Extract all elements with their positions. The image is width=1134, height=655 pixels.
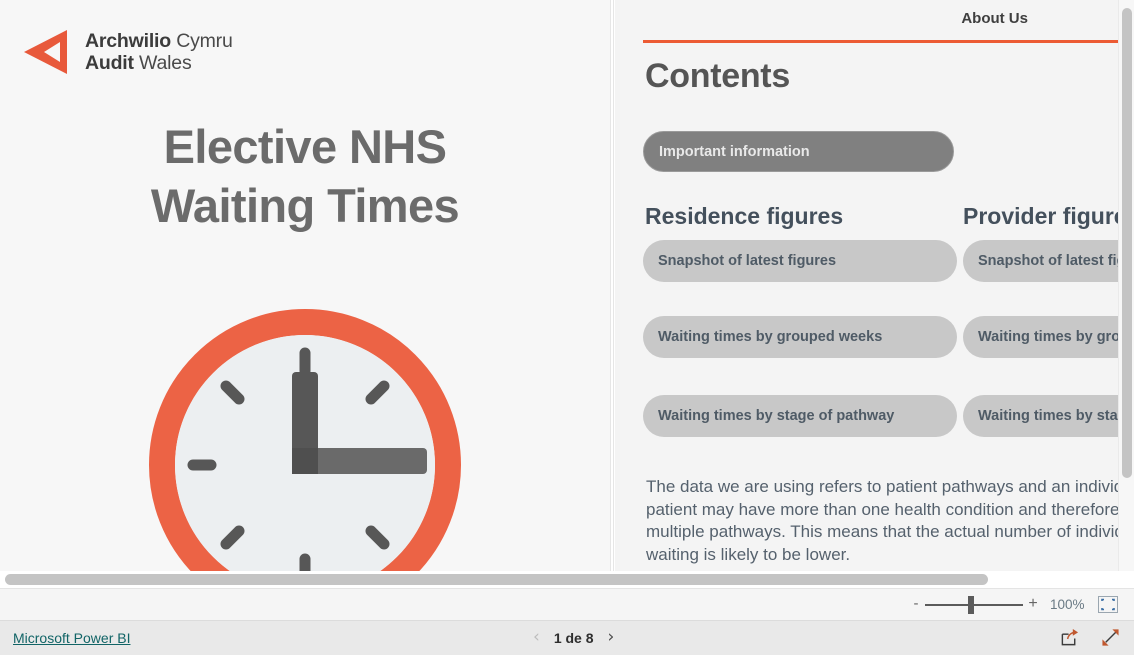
provider-stage-of-pathway-button[interactable]: Waiting times by stage of pathway: [963, 395, 1118, 437]
brand-wordmark: Archwilio Cymru Audit Wales: [85, 30, 233, 74]
microsoft-power-bi-link[interactable]: Microsoft Power BI: [13, 630, 130, 646]
audit-wales-logo: Archwilio Cymru Audit Wales: [22, 28, 233, 76]
contents-panel: About Us Contents Important information …: [615, 0, 1118, 588]
previous-page-icon[interactable]: ‹: [533, 629, 540, 646]
page-navigation: ‹ 1 de 8 ›: [533, 629, 614, 646]
about-us-link[interactable]: About Us: [961, 10, 1028, 27]
residence-stage-of-pathway-button[interactable]: Waiting times by stage of pathway: [643, 395, 957, 437]
cover-panel: Archwilio Cymru Audit Wales Elective NHS…: [0, 0, 610, 588]
cover-title: Elective NHS Waiting Times: [0, 118, 610, 236]
data-note-line2: patient may have more than one health co…: [646, 499, 1118, 519]
zoom-out-button[interactable]: -: [909, 596, 923, 613]
important-information-button[interactable]: Important information: [643, 131, 954, 172]
clock-icon: [149, 309, 461, 588]
panel-divider: [610, 0, 614, 588]
next-page-icon[interactable]: ›: [608, 629, 615, 646]
provider-grouped-weeks-button[interactable]: Waiting times by grouped weeks: [963, 316, 1118, 358]
triangle-play-left-icon: [24, 30, 67, 74]
zoom-slider-thumb[interactable]: [968, 596, 974, 614]
page-title: Contents: [645, 57, 790, 95]
provider-snapshot-button[interactable]: Snapshot of latest figures: [963, 240, 1118, 282]
cover-title-line2: Waiting Times: [150, 178, 460, 232]
data-note-line4: waiting is likely to be lower.: [646, 544, 851, 564]
zoom-toolbar: - + 100%: [0, 588, 1134, 621]
clock-illustration: [145, 305, 465, 588]
horizontal-scrollbar-thumb[interactable]: [5, 574, 988, 585]
data-note-line1: The data we are using refers to patient …: [646, 477, 1118, 496]
fit-to-page-button[interactable]: [1098, 596, 1118, 613]
residence-snapshot-button[interactable]: Snapshot of latest figures: [643, 240, 957, 282]
section-heading-provider: Provider figures: [963, 203, 1118, 229]
share-icon[interactable]: [1060, 628, 1079, 647]
residence-grouped-weeks-button[interactable]: Waiting times by grouped weeks: [643, 316, 957, 358]
status-bar-actions: [1060, 628, 1120, 647]
power-bi-report-viewer: Archwilio Cymru Audit Wales Elective NHS…: [0, 0, 1134, 655]
accent-rule: [643, 40, 1118, 43]
fit-to-page-icon: [1098, 596, 1118, 613]
brand-line1-light: Cymru: [176, 29, 233, 52]
status-bar: Microsoft Power BI ‹ 1 de 8 ›: [0, 621, 1134, 655]
data-note-line3: multiple pathways. This means that the a…: [646, 522, 1118, 542]
cover-title-line1: Elective NHS: [163, 120, 447, 173]
vertical-scrollbar[interactable]: [1118, 0, 1134, 588]
fullscreen-icon[interactable]: [1101, 628, 1120, 647]
report-canvas: Archwilio Cymru Audit Wales Elective NHS…: [0, 0, 1134, 588]
section-heading-residence: Residence figures: [645, 203, 844, 229]
vertical-scrollbar-thumb[interactable]: [1122, 8, 1132, 478]
brand-line2-bold: Audit: [85, 52, 134, 74]
page-indicator: 1 de 8: [553, 629, 594, 646]
zoom-in-button[interactable]: +: [1026, 596, 1040, 614]
horizontal-scrollbar[interactable]: [0, 571, 1134, 588]
zoom-level-label: 100%: [1050, 597, 1085, 612]
brand-line1-bold: Archwilio: [85, 29, 171, 52]
zoom-slider-track[interactable]: [925, 604, 1023, 606]
brand-line2-light: Wales: [139, 52, 192, 74]
data-note-text: The data we are using refers to patient …: [646, 476, 1118, 566]
